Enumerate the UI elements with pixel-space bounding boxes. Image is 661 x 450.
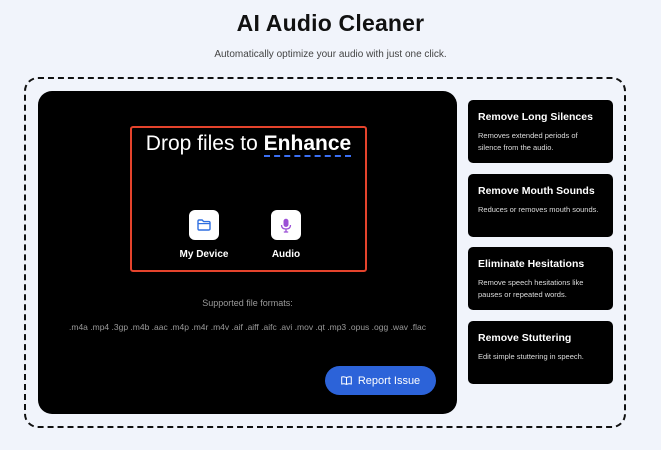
feature-description: Removes extended periods of silence from…	[478, 131, 578, 152]
feature-title: Remove Mouth Sounds	[478, 185, 595, 197]
feature-title: Remove Long Silences	[478, 111, 593, 123]
feature-title: Eliminate Hesitations	[478, 258, 585, 270]
drop-title-prefix: Drop files to	[145, 132, 264, 155]
feature-title: Remove Stuttering	[478, 332, 572, 344]
my-device-icon-tile	[189, 210, 219, 240]
my-device-label: My Device	[179, 249, 229, 260]
audio-icon-tile	[271, 210, 301, 240]
report-issue-label: Report Issue	[357, 374, 421, 387]
feature-description: Remove speech hesitations like pauses or…	[478, 278, 584, 299]
report-issue-button[interactable]: Report Issue	[325, 366, 436, 395]
drop-panel[interactable]: Drop files to Enhance My Device Audio Su…	[38, 91, 457, 414]
audio-label: Audio	[271, 249, 301, 260]
formats-label: Supported file formats:	[202, 298, 293, 308]
my-device-button[interactable]: My Device	[169, 210, 239, 260]
feature-card-remove-stuttering[interactable]: Remove Stuttering Edit simple stuttering…	[468, 321, 613, 384]
audio-button[interactable]: Audio	[251, 210, 321, 260]
feature-card-eliminate-hesitations[interactable]: Eliminate Hesitations Remove speech hesi…	[468, 247, 613, 310]
feature-description: Reduces or removes mouth sounds.	[478, 205, 599, 214]
feature-description: Edit simple stuttering in speech.	[478, 352, 584, 361]
folder-icon	[197, 219, 211, 231]
drop-title-emphasis: Enhance	[263, 132, 352, 157]
drop-title: Drop files to Enhance	[132, 132, 365, 157]
page-title: AI Audio Cleaner	[236, 10, 425, 36]
book-icon	[341, 376, 352, 385]
feature-card-remove-long-silences[interactable]: Remove Long Silences Removes extended pe…	[468, 100, 613, 163]
drop-zone[interactable]: Drop files to Enhance My Device Audio	[130, 126, 367, 272]
microphone-icon	[280, 218, 292, 233]
feature-card-remove-mouth-sounds[interactable]: Remove Mouth Sounds Reduces or removes m…	[468, 174, 613, 237]
page-subtitle: Automatically optimize your audio with j…	[214, 49, 447, 60]
formats-list: .m4a .mp4 .3gp .m4b .aac .m4p .m4r .m4v …	[69, 322, 426, 332]
